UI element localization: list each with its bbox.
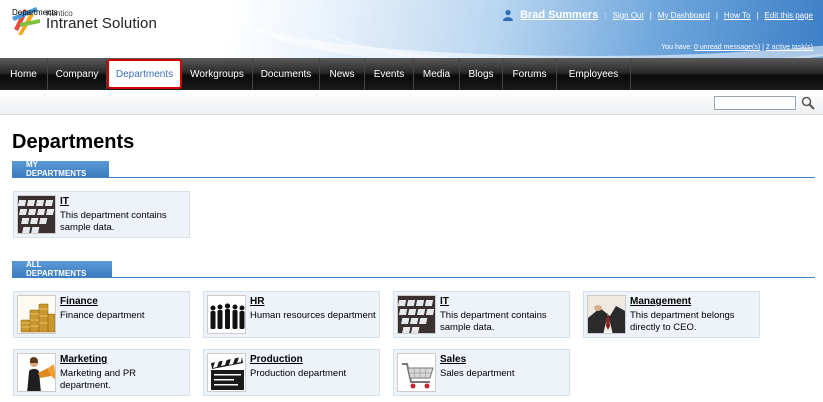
nav-item-forums[interactable]: Forums	[503, 58, 557, 90]
department-name-link[interactable]: Production	[250, 354, 303, 365]
separator: |	[649, 10, 652, 20]
nav-item-documents[interactable]: Documents	[253, 58, 320, 90]
coins-icon	[17, 295, 56, 334]
nav-item-departments[interactable]: Departments	[107, 59, 182, 89]
active-tasks-link[interactable]: 2 active task(s)	[766, 44, 813, 51]
department-card-sales: Sales Sales department	[393, 349, 570, 396]
breadcrumb-bar	[0, 90, 823, 115]
department-card-it: IT This department contains sample data.	[393, 291, 570, 338]
all-departments-tab: ALL DEPARTMENTS	[12, 260, 112, 278]
separator: |	[756, 10, 759, 20]
nav-item-employees[interactable]: Employees	[557, 58, 631, 90]
brand-name: Intranet Solution	[46, 15, 157, 32]
department-name-link[interactable]: IT	[440, 296, 449, 307]
nav-item-home[interactable]: Home	[0, 58, 48, 90]
department-description: This department contains sample data.	[60, 210, 167, 233]
nav-item-blogs[interactable]: Blogs	[460, 58, 503, 90]
main-nav: Home Company Departments Workgroups Docu…	[0, 58, 823, 90]
department-description: Marketing and PR department.	[60, 368, 137, 391]
my-departments-header: MY DEPARTMENTS	[12, 160, 815, 178]
department-description: This department contains sample data.	[440, 310, 547, 333]
tasks-info: You have: 0 unread message(s) | 2 active…	[661, 44, 813, 51]
department-card-production: Production Production department	[203, 349, 380, 396]
people-icon	[207, 295, 246, 334]
keyboard-icon	[397, 295, 436, 334]
department-card-marketing: Marketing Marketing and PR department.	[13, 349, 190, 396]
separator: |	[715, 10, 718, 20]
department-description: Sales department	[440, 368, 515, 379]
department-description: Human resources department	[250, 310, 376, 321]
search-icon[interactable]	[801, 96, 815, 110]
businessman-icon	[587, 295, 626, 334]
department-card-hr: HR Human resources department	[203, 291, 380, 338]
user-colon: :	[604, 10, 607, 20]
separator: |	[762, 44, 764, 51]
how-to-link[interactable]: How To	[724, 11, 751, 20]
department-name-link[interactable]: Finance	[60, 296, 98, 307]
nav-item-company[interactable]: Company	[48, 58, 107, 90]
nav-item-media[interactable]: Media	[414, 58, 460, 90]
unread-messages-link[interactable]: 0 unread message(s)	[694, 44, 760, 51]
shopping-cart-icon	[397, 353, 436, 392]
clapperboard-icon	[207, 353, 246, 392]
department-name-link[interactable]: Management	[630, 296, 691, 307]
edit-page-link[interactable]: Edit this page	[765, 11, 813, 20]
user-bar: Brad Summers : Sign Out | My Dashboard |…	[502, 9, 813, 21]
all-departments-header: ALL DEPARTMENTS	[12, 260, 815, 278]
nav-item-news[interactable]: News	[320, 58, 365, 90]
keyboard-icon	[17, 195, 56, 234]
page-title: Departments	[12, 131, 135, 153]
department-name-link[interactable]: HR	[250, 296, 264, 307]
department-card-finance: Finance Finance department	[13, 291, 190, 338]
user-icon	[503, 9, 514, 21]
department-name-link[interactable]: IT	[60, 196, 69, 207]
department-description: This department belongs directly to CEO.	[630, 310, 735, 333]
breadcrumb[interactable]: Departments	[12, 8, 58, 17]
my-dashboard-link[interactable]: My Dashboard	[658, 11, 710, 20]
my-departments-tab: MY DEPARTMENTS	[12, 160, 109, 178]
megaphone-icon	[17, 353, 56, 392]
nav-item-events[interactable]: Events	[365, 58, 414, 90]
nav-item-workgroups[interactable]: Workgroups	[182, 58, 253, 90]
search-input[interactable]	[714, 96, 796, 110]
department-name-link[interactable]: Sales	[440, 354, 466, 365]
tasks-prefix: You have:	[661, 44, 693, 51]
department-card-management: Management This department belongs direc…	[583, 291, 760, 338]
department-description: Finance department	[60, 310, 145, 321]
department-name-link[interactable]: Marketing	[60, 354, 107, 365]
user-name-link[interactable]: Brad Summers	[520, 9, 598, 21]
department-card-it-mine: IT This department contains sample data.	[13, 191, 190, 238]
sign-out-link[interactable]: Sign Out	[613, 11, 644, 20]
header: Kentico Intranet Solution Brad Summers :…	[0, 0, 823, 58]
department-description: Production department	[250, 368, 347, 379]
